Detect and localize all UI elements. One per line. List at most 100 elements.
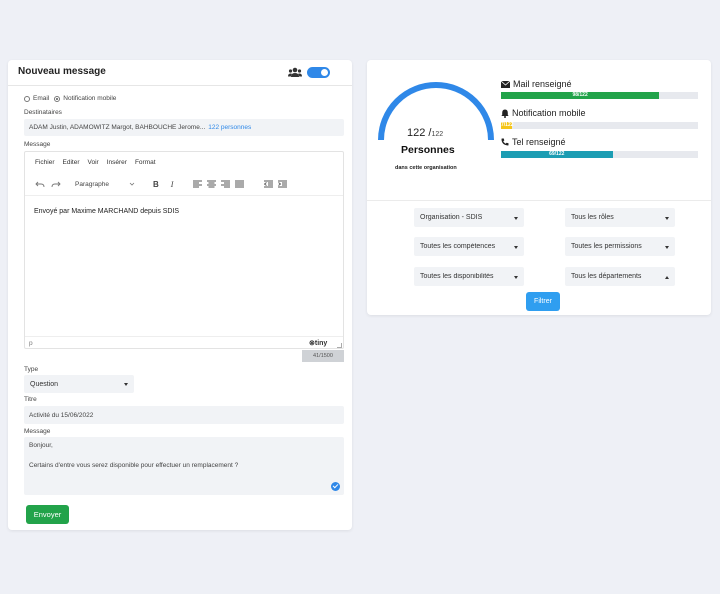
gauge-subtitle: dans cette organisation xyxy=(395,165,457,171)
filter-button[interactable]: Filtrer xyxy=(526,292,560,311)
mail-stat-label: Mail renseigné xyxy=(501,79,572,89)
permissions-filter[interactable]: Toutes les permissions xyxy=(565,237,675,256)
caret-down-icon xyxy=(514,216,518,220)
editor-statusbar: p ⊗tiny xyxy=(25,336,343,349)
disponibilites-filter-value: Toutes les disponibilités xyxy=(420,273,494,280)
element-path[interactable]: p xyxy=(29,340,33,347)
tel-progress-text: 69/122 xyxy=(549,151,565,157)
channel-radio-group: Email Notification mobile xyxy=(24,95,116,102)
rich-text-editor[interactable]: Fichier Editer Voir Insérer Format Parag… xyxy=(24,151,344,349)
title-input[interactable]: Activité du 15/06/2022 xyxy=(24,406,344,424)
gauge-total: 122 xyxy=(431,131,444,138)
type-label: Type xyxy=(24,366,39,373)
bold-icon[interactable]: B xyxy=(153,180,159,189)
editor-menubar: Fichier Editer Voir Insérer Format xyxy=(35,159,156,166)
caret-down-icon xyxy=(665,275,669,279)
permissions-filter-value: Toutes les permissions xyxy=(571,243,642,250)
recipients-label: Destinataires xyxy=(24,109,62,116)
bell-icon xyxy=(501,109,509,118)
roles-filter[interactable]: Tous les rôles xyxy=(565,208,675,227)
notification-radio-label: Notification mobile xyxy=(63,95,117,102)
editor-toolbar: Paragraphe B I xyxy=(35,178,288,190)
gauge-count: 122 / xyxy=(407,127,432,139)
notif-progress: 7/122 xyxy=(501,122,698,129)
align-center-icon[interactable] xyxy=(207,180,217,188)
check-icon[interactable] xyxy=(331,482,340,491)
chevron-down-icon xyxy=(129,182,135,186)
message-label: Message xyxy=(24,141,51,148)
tel-stat-label: Tel renseigné xyxy=(501,137,566,147)
notification-radio[interactable] xyxy=(54,95,61,102)
menu-inserer[interactable]: Insérer xyxy=(107,159,127,166)
caret-down-icon xyxy=(514,275,518,279)
caret-down-icon xyxy=(514,245,518,249)
menu-voir[interactable]: Voir xyxy=(88,159,99,166)
organisation-filter-value: Organisation - SDIS xyxy=(420,214,483,221)
envelope-icon xyxy=(501,80,510,88)
competences-filter[interactable]: Toutes les compétences xyxy=(414,237,524,256)
block-format-select[interactable]: Paragraphe xyxy=(75,181,109,188)
tel-progress: 69/122 xyxy=(501,151,698,158)
compose-card: Nouveau message Email Notification mobil… xyxy=(8,60,352,530)
tel-label: Tel renseigné xyxy=(512,137,566,147)
toolbar-divider xyxy=(25,195,343,196)
gauge-title: Personnes xyxy=(401,144,455,156)
mode-toggle[interactable] xyxy=(307,67,330,78)
message-line-2: Certains d'entre vous serez disponible p… xyxy=(29,462,239,469)
people-gauge: 122 /122 Personnes dans cette organisati… xyxy=(371,74,501,184)
italic-icon[interactable]: I xyxy=(171,180,174,189)
redo-icon[interactable] xyxy=(51,179,61,189)
email-radio-label: Email xyxy=(33,95,50,102)
organisation-filter[interactable]: Organisation - SDIS xyxy=(414,208,524,227)
phone-icon xyxy=(501,138,509,146)
section-divider xyxy=(367,200,711,201)
tiny-logo: ⊗tiny xyxy=(309,340,328,347)
resize-handle-icon[interactable] xyxy=(337,343,342,348)
mail-progress-fill: 98/122 xyxy=(501,92,660,99)
mail-label: Mail renseigné xyxy=(513,79,572,89)
type-select[interactable]: Question xyxy=(24,375,134,393)
message-textarea[interactable]: Bonjour, Certains d'entre vous serez dis… xyxy=(24,437,344,495)
recipients-count-link[interactable]: 122 personnes xyxy=(208,124,251,131)
mail-progress: 98/122 xyxy=(501,92,698,99)
message-line-1: Bonjour, xyxy=(29,442,53,449)
disponibilites-filter[interactable]: Toutes les disponibilités xyxy=(414,267,524,286)
char-counter: 41/1500 xyxy=(302,350,344,362)
departements-filter[interactable]: Tous les départements xyxy=(565,267,675,286)
editor-content[interactable]: Envoyé par Maxime MARCHAND depuis SDIS xyxy=(34,208,179,215)
mail-progress-text: 98/122 xyxy=(572,92,588,98)
departements-filter-value: Tous les départements xyxy=(571,273,642,280)
type-value: Question xyxy=(30,380,59,388)
recipients-field[interactable]: ADAM Justin, ADAMOWITZ Margot, BAHBOUCHE… xyxy=(24,119,344,136)
undo-icon[interactable] xyxy=(35,179,45,189)
toggle-knob xyxy=(321,69,328,76)
notif-stat-label: Notification mobile xyxy=(501,108,586,118)
menu-format[interactable]: Format xyxy=(135,159,156,166)
recipients-value: ADAM Justin, ADAMOWITZ Margot, BAHBOUCHE… xyxy=(29,124,206,131)
compose-header: Nouveau message xyxy=(8,60,352,86)
title-label: Titre xyxy=(24,396,37,403)
tiny-brand-text: tiny xyxy=(314,340,328,347)
menu-fichier[interactable]: Fichier xyxy=(35,159,55,166)
tel-progress-fill: 69/122 xyxy=(501,151,613,158)
send-button[interactable]: Envoyer xyxy=(26,505,69,524)
competences-filter-value: Toutes les compétences xyxy=(420,243,496,250)
caret-down-icon xyxy=(124,383,128,386)
gauge-value: 122 /122 xyxy=(407,127,443,139)
align-left-icon[interactable] xyxy=(193,180,203,188)
notif-label: Notification mobile xyxy=(512,108,586,118)
caret-down-icon xyxy=(665,216,669,220)
align-justify-icon[interactable] xyxy=(235,180,245,188)
email-radio[interactable] xyxy=(24,95,30,102)
users-icon[interactable] xyxy=(288,67,302,78)
compose-title: Nouveau message xyxy=(18,66,106,77)
caret-down-icon xyxy=(665,245,669,249)
menu-editer[interactable]: Editer xyxy=(63,159,80,166)
outdent-icon[interactable] xyxy=(264,180,274,188)
align-right-icon[interactable] xyxy=(221,180,231,188)
indent-icon[interactable] xyxy=(278,180,288,188)
notif-progress-fill: 7/122 xyxy=(501,122,514,129)
roles-filter-value: Tous les rôles xyxy=(571,214,614,221)
message2-label: Message xyxy=(24,428,51,435)
stats-card: 122 /122 Personnes dans cette organisati… xyxy=(367,60,711,315)
